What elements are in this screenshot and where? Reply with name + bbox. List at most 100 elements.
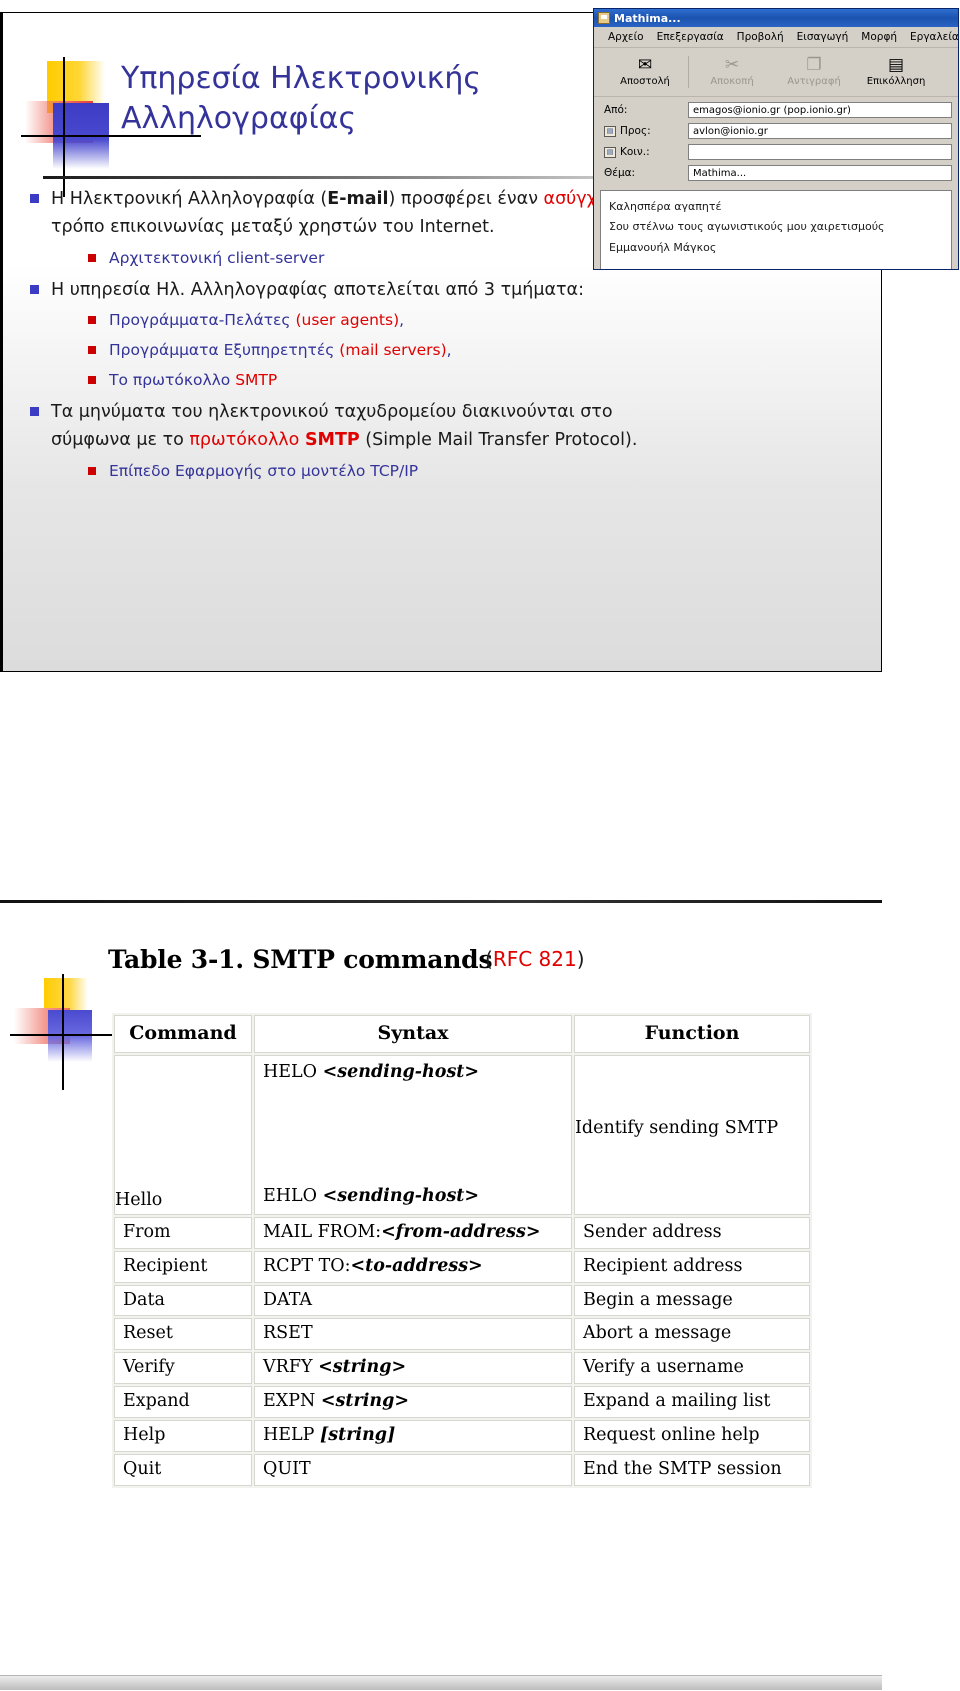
subject-input[interactable]: Mathima... [688, 165, 952, 181]
bullet-text-part: τρόπο επικοινωνίας μεταξύ χρηστών του In… [51, 217, 495, 238]
cell-command: Verify [114, 1352, 252, 1385]
cell-syntax: HELO <sending-host> EHLO <sending-host> [254, 1054, 572, 1215]
subject-label: Θέμα: [604, 167, 636, 179]
table-row: Hello HELO <sending-host> EHLO <sending-… [114, 1054, 810, 1215]
table-row: Expand EXPN <string> Expand a mailing li… [114, 1386, 810, 1418]
blue-square [48, 1010, 92, 1062]
syntax-helo: HELO <sending-host> [263, 1062, 479, 1084]
rfc-reference: (RFC 821) [485, 947, 585, 971]
cell-function: Identify sending SMTP [574, 1054, 810, 1215]
message-body[interactable]: Καλησπέρα αγαπητέ Σου στέλνω τους αγωνισ… [600, 190, 952, 269]
syntax-argument: <to-address> [350, 1255, 483, 1276]
toolbar-separator [688, 56, 689, 88]
syntax-argument: <from-address> [381, 1221, 541, 1242]
cell-syntax: HELP [string] [254, 1420, 572, 1452]
cell-command: Recipient [114, 1250, 252, 1283]
cell-command: Help [114, 1420, 252, 1452]
table-row: Recipient RCPT TO:<to-address> Recipient… [114, 1250, 810, 1283]
bullet-item-intro: Η Ηλεκτρονική Αλληλογραφία (E-mail) προσ… [25, 185, 665, 242]
slide-bottom-bar [0, 1675, 882, 1690]
bullet-text-part: Προγράμματα-Πελάτες [109, 311, 296, 330]
paste-button-label: Επικόλληση [866, 76, 926, 87]
cell-function: Expand a mailing list [574, 1386, 810, 1418]
syntax-argument: <string> [318, 1357, 407, 1378]
bullet-item-three-parts: Η υπηρεσία Ηλ. Αλληλογραφίας αποτελείται… [25, 276, 665, 304]
cell-syntax: MAIL FROM:<from-address> [254, 1216, 572, 1249]
cell-function: Abort a message [574, 1318, 810, 1351]
copy-button-label: Αντιγραφή [787, 76, 841, 87]
protocol-term: πρωτόκολλο [189, 430, 305, 451]
cell-command: Data [114, 1284, 252, 1317]
menu-item-insert[interactable]: Εισαγωγή [797, 31, 849, 43]
header-command: Command [114, 1015, 252, 1053]
table-caption: Table 3-1. SMTP commands [108, 945, 493, 974]
bullet-item-user-agents: Προγράμματα-Πελάτες (user agents), [83, 308, 665, 332]
cc-input[interactable] [688, 144, 952, 160]
window-title-bar: Mathima... [594, 9, 958, 27]
menu-item-tools[interactable]: Εργαλεία [910, 31, 958, 43]
cell-function: Sender address [574, 1216, 810, 1249]
subject-field-row: Θέμα: Mathima... [600, 164, 952, 182]
address-book-icon[interactable]: ▤ [604, 125, 616, 137]
syntax-command: HELO [263, 1061, 323, 1082]
cell-function: Verify a username [574, 1352, 810, 1385]
send-button[interactable]: ✉ Αποστολή [606, 50, 684, 94]
mail-servers-term: (mail servers) [339, 341, 447, 360]
mail-client-window: Mathima... Αρχείο Επεξεργασία Προβολή Ει… [593, 8, 959, 270]
bullet-text-part: Το πρωτόκολλο [109, 371, 236, 390]
bullet-text-part: , [399, 311, 405, 330]
syntax-argument: <string> [320, 1391, 409, 1412]
table-header-row: Command Syntax Function [114, 1015, 810, 1053]
to-field-row: ▤ Προς: avlon@ionio.gr [600, 122, 952, 140]
smtp-term-bold: SMTP [304, 430, 360, 451]
smtp-commands-table: Command Syntax Function Hello HELO <send… [112, 1013, 812, 1488]
syntax-command: DATA [263, 1289, 313, 1310]
cc-field-row: ▤ Κοιν.: [600, 143, 952, 161]
cell-command: From [114, 1216, 252, 1249]
smtp-term: SMTP [235, 371, 278, 390]
menu-item-edit[interactable]: Επεξεργασία [657, 31, 724, 43]
bullet-text-part: Αρχιτεκτονική client-server [109, 248, 325, 267]
window-title-text: Mathima... [614, 11, 681, 25]
cell-function: Request online help [574, 1420, 810, 1452]
cell-syntax: EXPN <string> [254, 1386, 572, 1418]
copy-button[interactable]: ❐ Αντιγραφή [775, 50, 853, 94]
cell-syntax: QUIT [254, 1453, 572, 1486]
bullet-list: Η Ηλεκτρονική Αλληλογραφία (E-mail) προσ… [25, 185, 665, 489]
rfc-paren-close: ) [576, 947, 585, 971]
cell-syntax: RSET [254, 1318, 572, 1351]
cut-button-label: Αποκοπή [710, 76, 754, 87]
bullet-item-smtp-protocol: Το πρωτόκολλο SMTP [83, 368, 665, 392]
paste-icon: ▤ [887, 55, 905, 75]
syntax-command: RCPT TO: [263, 1255, 351, 1276]
paste-button[interactable]: ▤ Επικόλληση [857, 50, 935, 94]
table-row: Verify VRFY <string> Verify a username [114, 1352, 810, 1385]
cut-button[interactable]: ✂ Αποκοπή [693, 50, 771, 94]
header-function: Function [574, 1015, 810, 1053]
header-syntax: Syntax [254, 1015, 572, 1053]
to-label-group: ▤ Προς: [600, 125, 688, 137]
menu-item-file[interactable]: Αρχείο [608, 31, 644, 43]
syntax-argument: <sending-host> [322, 1185, 480, 1206]
cell-command: Quit [114, 1453, 252, 1486]
table-row: Quit QUIT End the SMTP session [114, 1453, 810, 1486]
menu-bar[interactable]: Αρχείο Επεξεργασία Προβολή Εισαγωγή Μορφ… [594, 27, 958, 48]
bullet-text-part: Η υπηρεσία Ηλ. Αλληλογραφίας αποτελείται… [51, 279, 584, 300]
bullet-item-mail-servers: Προγράμματα Εξυπηρετητές (mail servers), [83, 338, 665, 362]
address-book-icon[interactable]: ▤ [604, 146, 616, 158]
rfc-paren-open: ( [485, 947, 493, 971]
cc-label: Κοιν.: [620, 146, 650, 158]
menu-item-format[interactable]: Μορφή [861, 31, 897, 43]
table-row: Data DATA Begin a message [114, 1284, 810, 1317]
menu-item-view[interactable]: Προβολή [737, 31, 784, 43]
from-input[interactable]: emagos@ionio.gr (pop.ionio.gr) [688, 102, 952, 118]
cell-command-text: Hello [115, 1189, 163, 1210]
to-input[interactable]: avlon@ionio.gr [688, 123, 952, 139]
send-button-label: Αποστολή [620, 76, 670, 87]
bullet-text-part: ) προσφέρει έναν [388, 189, 544, 209]
cell-syntax: DATA [254, 1284, 572, 1317]
bullet-text-part: Επίπεδο Εφαρμογής στο μοντέλο TCP/IP [109, 461, 419, 480]
bullet-text-part: , [446, 341, 452, 360]
email-term: E-mail [327, 189, 389, 209]
bullet-item-smtp-transport: Τα μηνύματα του ηλεκτρονικού ταχυδρομείο… [25, 398, 665, 455]
